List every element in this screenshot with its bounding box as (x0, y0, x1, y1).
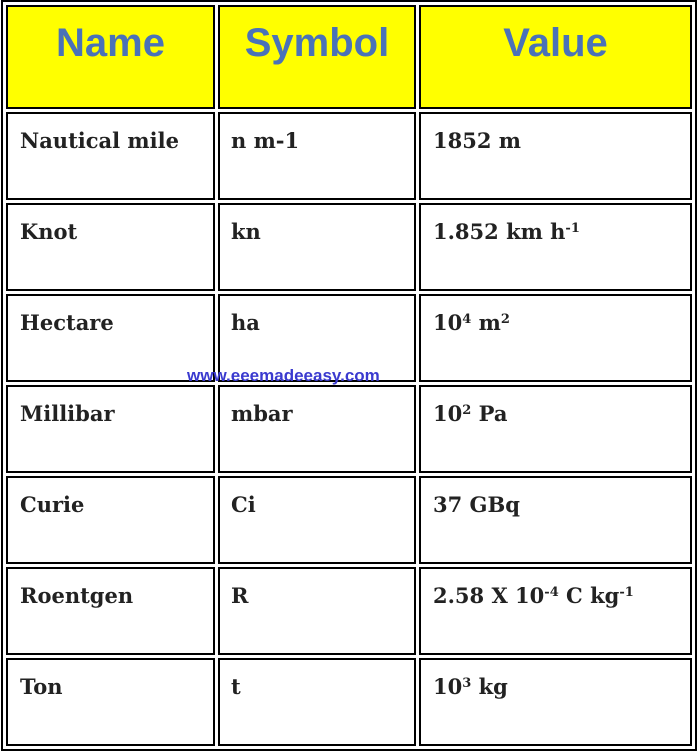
header-value: Value (419, 5, 692, 109)
value-text: 10 (433, 674, 463, 699)
cell-symbol: mbar (218, 385, 416, 473)
value-text: 10 (433, 310, 463, 335)
value-text: 37 GBq (433, 492, 520, 517)
value-text: Pa (471, 401, 508, 426)
table-row: Ton t 103 kg (6, 658, 692, 746)
cell-name: Ton (6, 658, 215, 746)
value-text: m (471, 310, 501, 335)
value-text: 10 (433, 401, 463, 426)
table-row: Nautical mile n m-1 1852 m (6, 112, 692, 200)
cell-symbol: kn (218, 203, 416, 291)
cell-symbol: Ci (218, 476, 416, 564)
superscript: -4 (544, 585, 559, 600)
cell-name: Curie (6, 476, 215, 564)
cell-name: Nautical mile (6, 112, 215, 200)
cell-value: 1.852 km h-1 (419, 203, 692, 291)
value-text: C kg (558, 583, 620, 608)
superscript: -1 (619, 585, 634, 600)
table-row: Curie Ci 37 GBq (6, 476, 692, 564)
cell-value: 1852 m (419, 112, 692, 200)
cell-name: Millibar (6, 385, 215, 473)
table-row: Roentgen R 2.58 X 10-4 C kg-1 (6, 567, 692, 655)
watermark: www.eeemadeeasy.com (187, 366, 380, 385)
superscript: 2 (500, 312, 510, 327)
superscript: -1 (565, 221, 580, 236)
cell-value: 37 GBq (419, 476, 692, 564)
superscript: 4 (462, 312, 472, 327)
superscript: 2 (462, 403, 472, 418)
cell-value: 103 kg (419, 658, 692, 746)
cell-symbol: R (218, 567, 416, 655)
value-text: 1.852 km h (433, 219, 566, 244)
cell-value: 2.58 X 10-4 C kg-1 (419, 567, 692, 655)
table-row: Knot kn 1.852 km h-1 (6, 203, 692, 291)
header-name: Name (6, 5, 215, 109)
cell-name: Roentgen (6, 567, 215, 655)
value-text: kg (471, 674, 508, 699)
header-row: Name Symbol Value (6, 5, 692, 109)
cell-name: Hectare (6, 294, 215, 382)
cell-symbol: t (218, 658, 416, 746)
header-symbol: Symbol (218, 5, 416, 109)
value-text: 1852 m (433, 128, 521, 153)
value-text: 2.58 X 10 (433, 583, 545, 608)
superscript: 3 (462, 676, 472, 691)
table-row: Millibar mbar 102 Pa (6, 385, 692, 473)
cell-symbol: n m-1 (218, 112, 416, 200)
cell-name: Knot (6, 203, 215, 291)
cell-value: 102 Pa (419, 385, 692, 473)
cell-value: 104 m2 (419, 294, 692, 382)
